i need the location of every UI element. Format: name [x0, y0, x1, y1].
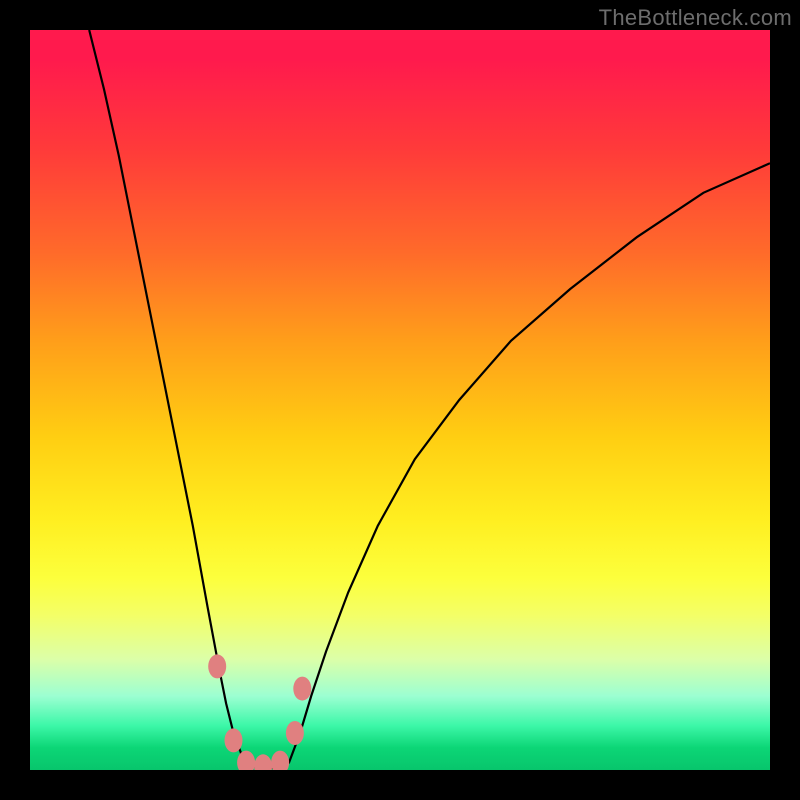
data-marker	[286, 721, 304, 745]
chart-stage: TheBottleneck.com	[0, 0, 800, 800]
data-marker	[293, 677, 311, 701]
curve-layer	[30, 30, 770, 770]
data-marker	[208, 654, 226, 678]
data-marker	[271, 751, 289, 770]
watermark-label: TheBottleneck.com	[599, 5, 792, 31]
bottleneck-curve	[89, 30, 770, 768]
data-marker	[254, 754, 272, 770]
data-marker	[237, 751, 255, 770]
data-marker	[225, 728, 243, 752]
